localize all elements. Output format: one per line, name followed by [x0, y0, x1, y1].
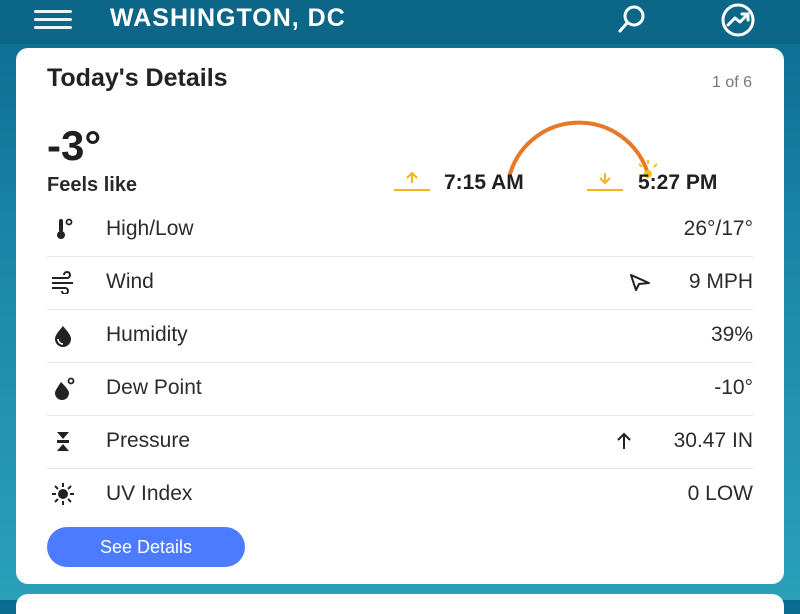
detail-value: 39%: [710, 323, 753, 346]
feels-like-label: Feels like: [47, 174, 138, 196]
detail-label: Humidity: [106, 323, 188, 346]
detail-value: 30.47 IN: [673, 429, 753, 452]
detail-label: Wind: [106, 270, 154, 293]
menu-icon[interactable]: [34, 10, 72, 30]
detail-row-wind: Wind 9 MPH: [47, 256, 753, 310]
uv-icon: [49, 482, 77, 506]
temperature: -3°: [47, 122, 102, 169]
detail-label: UV Index: [106, 482, 193, 505]
detail-value: -10°: [714, 376, 753, 399]
detail-row-high-low: High/Low 26°/17°: [47, 203, 753, 257]
sunrise-time: 7:15 AM: [444, 171, 524, 194]
top-bar: WASHINGTON, DC: [0, 0, 800, 44]
detail-label: Pressure: [106, 429, 191, 452]
sun-arc: [486, 118, 676, 178]
search-icon[interactable]: [612, 4, 652, 36]
detail-label: High/Low: [106, 217, 194, 240]
pressure-rising-icon: [613, 431, 635, 451]
detail-row-pressure: Pressure 30.47 IN: [47, 415, 753, 469]
detail-value: 9 MPH: [688, 270, 753, 293]
trend-icon[interactable]: [716, 3, 760, 37]
sunset-icon: [586, 170, 624, 194]
sunrise-icon: [393, 170, 431, 194]
detail-row-uv-index: UV Index 0 LOW: [47, 468, 753, 521]
next-card-peek: [16, 594, 784, 614]
detail-row-dew-point: Dew Point -10°: [47, 362, 753, 416]
see-details-button[interactable]: See Details: [47, 527, 245, 567]
detail-row-humidity: Humidity 39%: [47, 309, 753, 363]
thermometer-icon: [49, 217, 77, 241]
city-title[interactable]: WASHINGTON, DC: [110, 4, 346, 33]
wind-direction-icon: [629, 272, 651, 292]
detail-label: Dew Point: [106, 376, 202, 399]
humidity-icon: [49, 323, 77, 347]
wind-icon: [49, 270, 77, 295]
sunset-time: 5:27 PM: [638, 171, 718, 194]
details-card: Today's Details 1 of 6 -3° Feels like 7:…: [16, 48, 784, 584]
pager-indicator: 1 of 6: [711, 74, 752, 91]
pressure-icon: [49, 429, 77, 453]
detail-value: 26°/17°: [683, 217, 753, 240]
detail-value: 0 LOW: [687, 482, 753, 505]
card-title: Today's Details: [47, 64, 228, 92]
dewpoint-icon: [49, 376, 77, 400]
